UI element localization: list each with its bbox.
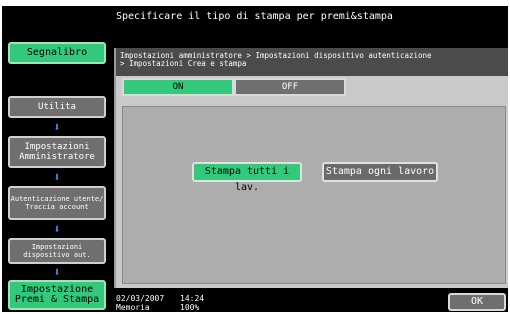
sidebar-item-label: Utilita xyxy=(38,102,76,112)
breadcrumb-line-2: > Impostazioni Crea e stampa xyxy=(120,59,247,68)
header-message: Specificare il tipo di stampa per premi&… xyxy=(116,11,393,22)
sidebar-item-label: Autenticazione utente/ Traccia account xyxy=(10,195,104,211)
screen: Specificare il tipo di stampa per premi&… xyxy=(2,6,508,312)
sidebar-item-utilita[interactable]: Utilita xyxy=(8,96,106,118)
memory-label: Memoria xyxy=(116,303,150,312)
status-bar: 02/03/2007 14:24 Memoria 100% OK xyxy=(114,292,508,312)
options-area xyxy=(122,106,506,284)
down-arrow-icon: ⬇ xyxy=(53,265,61,279)
on-button[interactable]: ON xyxy=(122,78,234,96)
breadcrumb: Impostazioni amministratore > Impostazio… xyxy=(116,48,508,76)
down-arrow-icon: ⬇ xyxy=(53,120,61,134)
sidebar-item-label: Impostazioni Amministratore xyxy=(19,142,95,162)
sidebar-item-dispositivo[interactable]: Impostazioni dispositivo aut. xyxy=(8,238,106,264)
bookmark-label: Segnalibro xyxy=(26,47,88,58)
settings-panel: Impostazioni amministratore > Impostazio… xyxy=(114,48,508,288)
memory-value: 100% xyxy=(180,303,200,312)
sidebar-item-label: Impostazioni dispositivo aut. xyxy=(23,243,91,259)
print-all-jobs-button[interactable]: Stampa tutti i lav. xyxy=(192,162,302,193)
down-arrow-icon: ⬇ xyxy=(53,222,61,236)
print-each-job-button[interactable]: Stampa ogni lavoro xyxy=(322,162,438,182)
sidebar-item-premi-stampa[interactable]: Impostazione Premi & Stampa xyxy=(8,280,106,310)
off-button[interactable]: OFF xyxy=(234,78,346,96)
sidebar: Segnalibro Utilita ⬇ Impostazioni Ammini… xyxy=(2,36,112,312)
status-date: 02/03/2007 xyxy=(116,294,165,303)
status-time: 14:24 xyxy=(180,294,205,303)
down-arrow-icon: ⬇ xyxy=(53,170,61,184)
sidebar-item-label: Impostazione Premi & Stampa xyxy=(14,284,100,305)
bookmark-button[interactable]: Segnalibro xyxy=(8,42,106,64)
sidebar-item-autenticazione[interactable]: Autenticazione utente/ Traccia account xyxy=(8,186,106,220)
message-bar: Specificare il tipo di stampa per premi&… xyxy=(2,6,508,36)
ok-button[interactable]: OK xyxy=(448,293,506,311)
sidebar-item-impostazioni-amministratore[interactable]: Impostazioni Amministratore xyxy=(8,136,106,168)
